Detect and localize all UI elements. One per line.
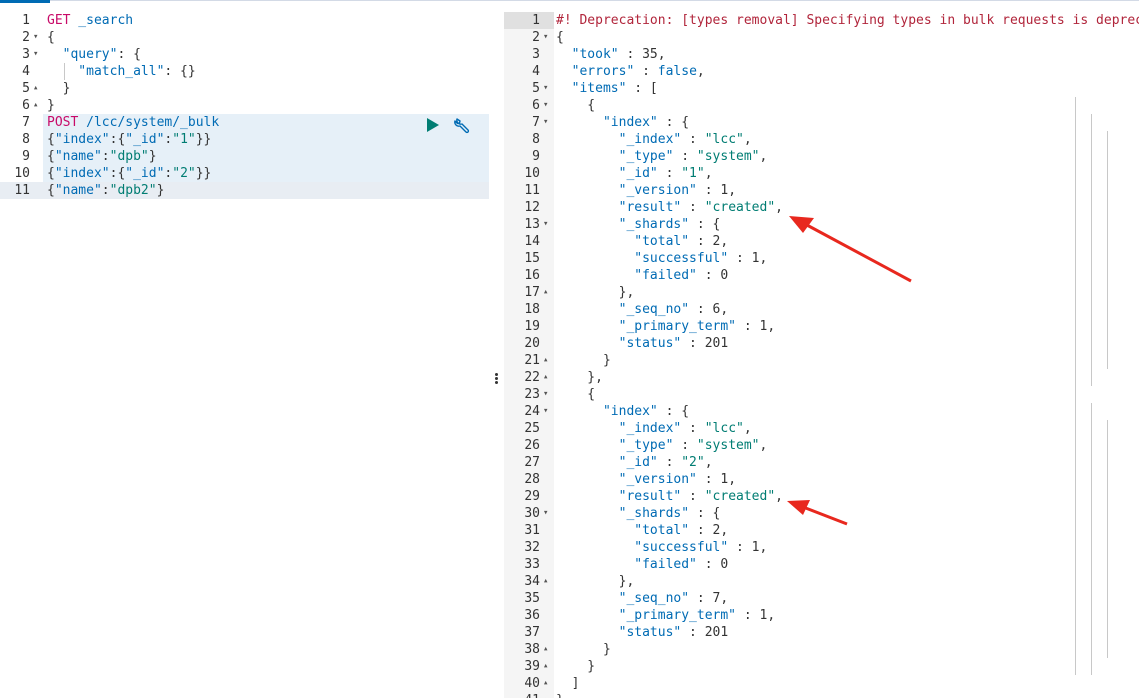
annotation-arrows: [787, 216, 912, 526]
arrow-icon: [787, 500, 848, 526]
arrow-icon: [789, 216, 912, 283]
